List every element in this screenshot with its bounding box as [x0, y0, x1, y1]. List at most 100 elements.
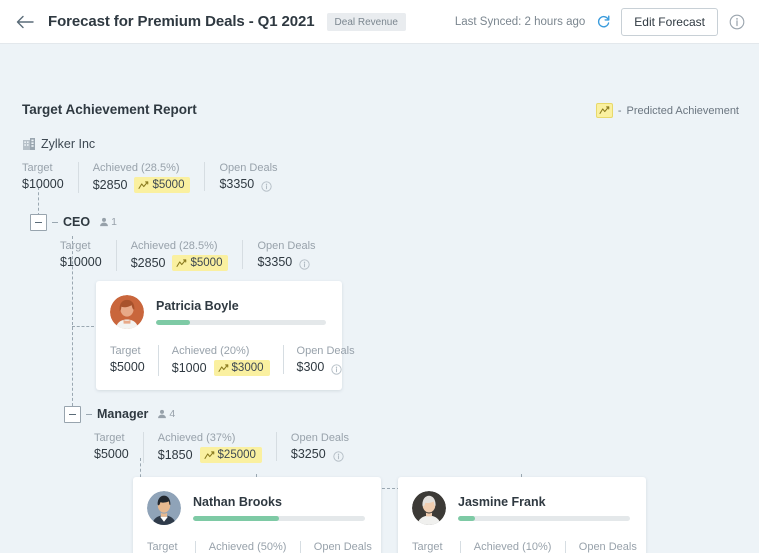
metric-open-deals: Open Deals $3350	[204, 162, 291, 191]
legend-label: Predicted Achievement	[626, 105, 739, 117]
metric-open-deals: Open Deals $1600	[300, 541, 385, 553]
metric-value: $2850	[93, 178, 128, 192]
metric-value-row: $3350	[219, 177, 277, 191]
ceo-member-count: 1	[99, 216, 117, 228]
app-header: Forecast for Premium Deals - Q1 2021 Dea…	[0, 0, 759, 44]
refresh-icon[interactable]	[595, 14, 611, 30]
metric-open-deals: Open Deals $300	[283, 345, 368, 374]
member-count-value: 4	[169, 408, 175, 420]
metric-value-row: $10000	[60, 255, 102, 269]
metric-value: $3350	[257, 255, 292, 269]
metric-value-row: $10000	[22, 177, 64, 191]
info-icon[interactable]	[728, 13, 745, 30]
metric-value-row: $3250	[291, 447, 349, 461]
edit-forecast-button[interactable]: Edit Forecast	[621, 8, 718, 36]
person-name: Nathan Brooks	[193, 495, 365, 509]
back-arrow-icon[interactable]	[14, 11, 36, 33]
metric-achieved: Achieved (37%) $1850 $25000	[143, 432, 276, 463]
metric-value: $3350	[219, 177, 254, 191]
metric-label: Open Deals	[579, 541, 637, 553]
predicted-value: $25000	[218, 449, 256, 461]
manager-node: Manager 4 Target $5000 Achieved (37%) $1…	[64, 405, 363, 463]
metric-value: $5000	[94, 447, 129, 461]
last-synced-text: Last Synced: 2 hours ago	[455, 16, 585, 28]
person-name: Jasmine Frank	[458, 495, 630, 509]
progress-fill	[458, 516, 475, 521]
report-canvas: Target Achievement Report - Predicted Ac…	[0, 44, 759, 553]
metric-target: Target $1000	[412, 541, 460, 553]
metric-value: $1000	[172, 361, 207, 375]
legend: - Predicted Achievement	[596, 103, 739, 118]
metric-label: Target	[94, 432, 129, 444]
module-badge: Deal Revenue	[327, 13, 406, 31]
metric-achieved: Achieved (10%) $100 500	[460, 541, 565, 553]
info-icon[interactable]	[331, 362, 342, 373]
metric-open-deals: Open Deals $1100	[565, 541, 650, 553]
metric-value: $3250	[291, 447, 326, 461]
ceo-node-header: CEO 1	[30, 213, 330, 231]
metric-label: Target	[110, 345, 145, 357]
avatar	[412, 491, 446, 525]
predicted-achievement-badge: $5000	[172, 255, 228, 271]
metric-achieved: Achieved (20%) $1000 $3000	[158, 345, 283, 376]
predicted-achievement-badge: $5000	[134, 177, 190, 193]
connector-stub	[86, 414, 92, 415]
metric-label: Open Deals	[291, 432, 349, 444]
metric-label: Open Deals	[257, 240, 315, 252]
progress-bar	[458, 516, 630, 521]
metric-label: Achieved (50%)	[209, 541, 287, 553]
legend-separator: -	[618, 105, 622, 117]
metric-target: Target $5000	[110, 345, 158, 374]
header-actions: Last Synced: 2 hours ago Edit Forecast	[455, 8, 745, 36]
building-icon	[22, 137, 36, 151]
info-icon[interactable]	[261, 179, 272, 190]
person-card-headtext: Nathan Brooks	[193, 495, 365, 521]
person-metrics: Target $1000 Achieved (10%) $100 500	[412, 541, 630, 553]
metric-label: Achieved (10%)	[474, 541, 552, 553]
metric-value: $5000	[110, 360, 145, 374]
person-card[interactable]: Nathan Brooks Target $1000 Achieved (50%…	[133, 477, 381, 553]
person-card-header: Patricia Boyle	[110, 295, 326, 329]
metric-value-row: $1000 $3000	[172, 360, 270, 376]
metric-label: Achieved (37%)	[158, 432, 262, 444]
metric-target: Target $1000	[147, 541, 195, 553]
metric-value-row: $5000	[110, 360, 145, 374]
user-icon	[99, 217, 109, 227]
person-card-header: Jasmine Frank	[412, 491, 630, 525]
metric-value: $10000	[60, 255, 102, 269]
ceo-role-label: CEO	[63, 215, 90, 229]
metric-label: Target	[60, 240, 102, 252]
metric-value-row: $300	[297, 360, 355, 374]
manager-member-count: 4	[157, 408, 175, 420]
person-name: Patricia Boyle	[156, 299, 326, 313]
predicted-value: $5000	[152, 179, 184, 191]
metric-value: $1850	[158, 448, 193, 462]
org-node-header: Zylker Inc	[22, 135, 292, 153]
metric-label: Open Deals	[297, 345, 355, 357]
metric-label: Open Deals	[219, 162, 277, 174]
predicted-achievement-badge: $25000	[200, 447, 262, 463]
person-metrics: Target $5000 Achieved (20%) $1000 $3000	[110, 345, 326, 376]
person-metrics: Target $1000 Achieved (50%) $500 750	[147, 541, 365, 553]
person-card[interactable]: Patricia Boyle Target $5000 Achieved (20…	[96, 281, 342, 390]
collapse-toggle-ceo[interactable]	[30, 214, 47, 231]
person-card[interactable]: Jasmine Frank Target $1000 Achieved (10%…	[398, 477, 646, 553]
metric-value-row: $5000	[94, 447, 129, 461]
metric-achieved: Achieved (28.5%) $2850 $5000	[78, 162, 205, 193]
connector-ceo-to-patricia	[72, 326, 94, 327]
manager-node-header: Manager 4	[64, 405, 363, 423]
collapse-toggle-manager[interactable]	[64, 406, 81, 423]
manager-metrics: Target $5000 Achieved (37%) $1850 $25000	[94, 432, 363, 463]
info-icon[interactable]	[333, 449, 344, 460]
info-icon[interactable]	[299, 257, 310, 268]
metric-value-row: $2850 $5000	[93, 177, 191, 193]
ceo-node: CEO 1 Target $10000 Achieved (28.5%) $28…	[30, 213, 330, 271]
metric-label: Target	[22, 162, 64, 174]
metric-target: Target $5000	[94, 432, 143, 461]
metric-value-row: $2850 $5000	[131, 255, 229, 271]
connector-stub	[52, 222, 58, 223]
predicted-value: $5000	[190, 257, 222, 269]
org-metrics: Target $10000 Achieved (28.5%) $2850 $50…	[22, 162, 292, 193]
metric-open-deals: Open Deals $3250	[276, 432, 363, 461]
metric-label: Achieved (28.5%)	[93, 162, 191, 174]
